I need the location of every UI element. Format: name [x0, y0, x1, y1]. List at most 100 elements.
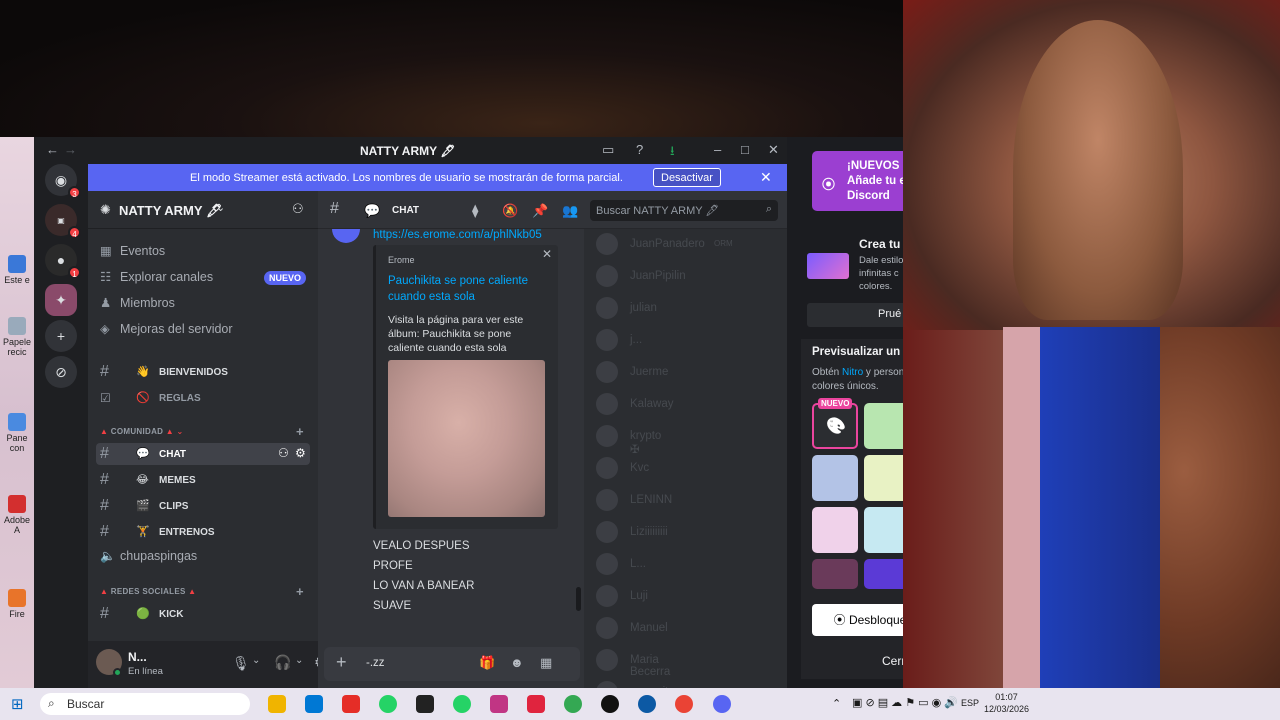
app-icon[interactable]	[527, 695, 545, 713]
hash-icon: #	[100, 497, 109, 514]
channel-chat[interactable]: # 💬 CHAT ⚇ ⚙	[96, 443, 310, 465]
menu-eventos[interactable]: ▦ Eventos	[100, 243, 165, 258]
pin-icon[interactable]: 📌	[532, 203, 548, 219]
desktop-icon-recycle[interactable]: Papele recic	[2, 317, 32, 357]
server-natty-army-icon[interactable]: ✦	[45, 284, 77, 316]
channel-reglas[interactable]: ☑ 🚫 REGLAS	[96, 387, 310, 409]
add-attachment-icon[interactable]: +	[336, 652, 347, 673]
message-link[interactable]: https://es.erome.com/a/phlNkb05	[373, 229, 542, 241]
composer-text: -.zz	[366, 657, 385, 669]
screen-icon[interactable]: ▭	[602, 142, 614, 158]
help-icon[interactable]: ?	[636, 142, 643, 157]
download-icon[interactable]: ⭳	[670, 142, 675, 164]
capcut-icon[interactable]	[416, 695, 434, 713]
chevron-down-icon: ⌄	[216, 202, 226, 214]
channel-bienvenidos[interactable]: # 👋 BIENVENIDOS	[96, 361, 310, 383]
channel-entrenos[interactable]: # 🏋 ENTRENOS	[96, 521, 310, 543]
hash-icon: #	[100, 445, 109, 462]
channel-kick[interactable]: # 🟢 KICK	[96, 603, 310, 625]
server-clips-icon[interactable]: ▣ 4	[45, 204, 81, 239]
hash-icon: #	[100, 471, 109, 488]
discord-taskbar-icon[interactable]	[713, 695, 731, 713]
taskbar-search[interactable]: ⌕ Buscar	[40, 693, 250, 715]
menu-label: Eventos	[120, 244, 166, 258]
search-input[interactable]: Buscar NATTY ARMY 🖋 ⌕	[590, 200, 778, 221]
guild-header[interactable]: ✺ NATTY ARMY 🖋 ⌄ ⚇	[88, 191, 318, 229]
back-arrow-icon[interactable]: ←	[46, 142, 59, 157]
minimize-icon[interactable]: –	[714, 142, 721, 157]
avatar	[596, 233, 618, 255]
voice-channel[interactable]: 🔈 chupaspingas	[100, 549, 197, 564]
banner-close-icon[interactable]: ✕	[760, 169, 772, 186]
sticker-icon[interactable]: ☻	[510, 655, 524, 670]
gear-icon[interactable]: ⚙	[295, 446, 306, 460]
tray-icons[interactable]: ▣ ⊘ ▤ ☁ ⚑ ▭ ◉ 🔊	[852, 696, 958, 709]
channel-clips[interactable]: # 🎬 CLIPS	[96, 495, 310, 517]
apps-icon[interactable]: ▦	[540, 655, 552, 671]
theme-swatch-custom[interactable]: 🎨 NUEVO	[812, 398, 858, 449]
nitro-link[interactable]: Nitro	[842, 367, 863, 378]
whatsapp-icon[interactable]	[379, 695, 397, 713]
avatar	[596, 617, 618, 639]
member-name: Kalaway	[630, 398, 674, 410]
clock[interactable]: 01:07 12/03/2026	[984, 691, 1029, 715]
avatar	[596, 585, 618, 607]
discord-home-icon[interactable]: ◉ 3	[45, 164, 81, 199]
threads-icon[interactable]: ⧫	[472, 203, 478, 219]
menu-label: Explorar canales	[120, 270, 214, 284]
theme-swatch[interactable]	[812, 559, 858, 589]
youtube-icon[interactable]	[342, 695, 360, 713]
tray-chevron-icon[interactable]: ⌃	[832, 697, 841, 710]
forward-arrow-icon[interactable]: →	[64, 142, 77, 157]
avatar	[596, 649, 618, 671]
menu-miembros[interactable]: ♟ Miembros	[100, 295, 175, 310]
file-explorer-icon[interactable]	[268, 695, 286, 713]
avatar[interactable]	[332, 229, 360, 243]
embed-title[interactable]: Pauchikita se pone caliente cuando esta …	[388, 273, 548, 305]
desktop-icon-adobe[interactable]: Adobe A	[2, 495, 32, 535]
hash-icon: #	[100, 523, 109, 540]
desktop-icon-pc[interactable]: Este e	[2, 255, 32, 285]
embed-close-icon[interactable]: ✕	[542, 247, 552, 261]
invite-icon[interactable]: ⚇	[292, 201, 304, 217]
category-comunidad[interactable]: ▲ COMUNIDAD ▲ ⌄ +	[100, 424, 304, 439]
chrome-icon[interactable]	[564, 695, 582, 713]
theme-swatch[interactable]	[812, 455, 858, 501]
desktop-icon-firefox[interactable]: Fire	[2, 589, 32, 619]
whatsapp-business-icon[interactable]	[453, 695, 471, 713]
theme-swatch[interactable]	[812, 507, 858, 553]
chevron-down-icon[interactable]: ⌄	[252, 655, 260, 666]
add-channel-icon[interactable]: +	[296, 424, 304, 439]
menu-explorar[interactable]: ☷ Explorar canales	[100, 269, 213, 284]
message-composer[interactable]: + -.zz 🎁 ☻ ▦	[324, 647, 580, 681]
headphones-icon[interactable]: 🎧	[274, 654, 291, 671]
chrome-alt-icon[interactable]	[675, 695, 693, 713]
add-server-icon[interactable]: +	[45, 320, 77, 352]
menu-mejoras[interactable]: ◈ Mejoras del servidor	[100, 321, 233, 336]
microphone-icon[interactable]: 🎙	[232, 655, 250, 672]
gift-icon[interactable]: 🎁	[479, 655, 495, 671]
obs-icon[interactable]	[601, 695, 619, 713]
members-list-icon[interactable]: 👥	[562, 203, 578, 219]
language-indicator[interactable]: ESP	[961, 698, 979, 708]
close-icon[interactable]: ✕	[768, 142, 779, 158]
category-redes[interactable]: ▲ REDES SOCIALES ▲ +	[100, 584, 304, 599]
server-avatar-icon[interactable]: ● 1	[45, 244, 81, 279]
channel-label: BIENVENIDOS	[159, 367, 228, 378]
channel-memes[interactable]: # 😂 MEMES	[96, 469, 310, 491]
mute-icon[interactable]: 🔕	[502, 203, 518, 219]
add-channel-icon[interactable]: +	[296, 584, 304, 599]
maximize-icon[interactable]: □	[741, 142, 749, 157]
invite-icon[interactable]: ⚇	[278, 446, 289, 460]
instagram-icon[interactable]	[490, 695, 508, 713]
chevron-down-icon[interactable]: ⌄	[295, 655, 303, 666]
desktop-icon-panel[interactable]: Pane con	[2, 413, 32, 453]
scrollbar[interactable]	[576, 587, 581, 611]
windows-start-icon[interactable]: ⊞	[11, 695, 24, 713]
explore-servers-icon[interactable]: ⊘	[45, 356, 77, 388]
edge-icon[interactable]	[638, 695, 656, 713]
store-icon[interactable]	[305, 695, 323, 713]
embed-image[interactable]	[388, 360, 545, 517]
deactivate-button[interactable]: Desactivar	[653, 168, 721, 187]
server-badge: 1	[68, 266, 81, 279]
